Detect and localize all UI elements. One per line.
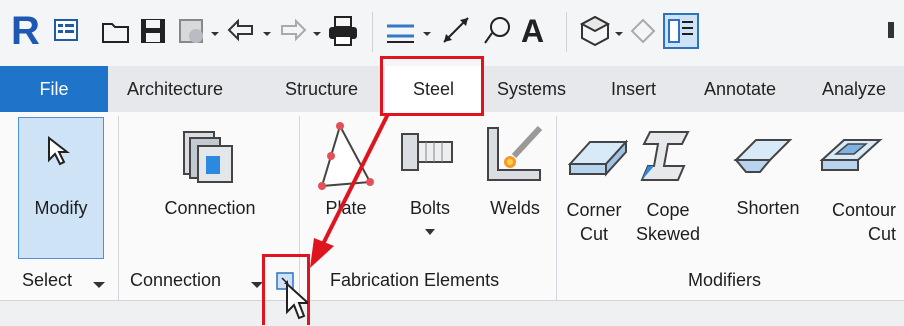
cope-skewed-button-label[interactable]: Cope Skewed [632,198,704,246]
mouse-cursor-icon [286,282,308,320]
section-icon[interactable] [628,16,658,51]
svg-text:R: R [11,9,40,52]
revit-logo: R [10,8,44,57]
shorten-icon [732,134,794,185]
dropdown-arrow-icon[interactable] [422,26,432,44]
modify-button-label: Modify [34,198,88,218]
welds-icon [484,120,548,189]
tag-icon[interactable] [482,14,514,51]
dropdown-arrow-icon[interactable] [210,26,220,44]
highlight-steel-tab [380,56,484,116]
3d-view-icon[interactable] [578,14,612,53]
save-icon[interactable] [138,16,168,51]
panel-title-select[interactable]: Select [22,270,72,291]
tile-windows-icon[interactable] [662,12,700,55]
panel-separator [556,116,557,300]
print-icon[interactable] [326,14,360,53]
dropdown-arrow-icon[interactable] [312,26,322,44]
welds-button-label[interactable]: Welds [484,198,546,219]
cursor-icon [46,135,70,171]
bolts-button-label[interactable]: Bolts [402,198,458,219]
measure-icon[interactable] [384,18,418,51]
tab-file[interactable]: File [0,66,108,112]
chevron-down-icon[interactable] [424,224,436,242]
dropdown-arrow-icon[interactable] [262,26,272,44]
contour-cut-button-label[interactable]: Contour Cut [812,198,896,246]
dropdown-arrow-icon[interactable] [614,26,624,44]
panel-title-modifiers: Modifiers [688,270,762,290]
corner-cut-icon [566,136,630,185]
tab-structure[interactable]: Structure [285,66,358,112]
tab-annotate[interactable]: Annotate [704,66,776,112]
tab-insert[interactable]: Insert [611,66,656,112]
status-bar [0,300,904,326]
tab-systems[interactable]: Systems [497,66,566,112]
panel-title-fabrication-elements: Fabrication Elements [330,270,500,290]
pointer-arrow-icon [310,113,390,268]
toolbar-separator [372,12,373,52]
bolts-icon [400,130,464,179]
redo-icon[interactable] [276,16,308,51]
open-icon[interactable] [100,18,132,51]
connection-button-label[interactable]: Connection [146,198,274,219]
undo-icon[interactable] [226,16,258,51]
contour-cut-icon [818,134,884,185]
chevron-down-icon[interactable] [92,278,106,296]
toolbar-separator [566,12,567,52]
app-menu-icon[interactable] [52,16,82,51]
tab-architecture[interactable]: Architecture [127,66,223,112]
corner-cut-button-label[interactable]: Corner Cut [566,198,622,246]
cope-skewed-icon [640,122,696,193]
tab-analyze[interactable]: Analyze [822,66,886,112]
sync-icon[interactable] [176,16,208,51]
svg-text:A: A [521,13,544,48]
panel-separator [118,116,119,300]
connection-icon [176,126,240,193]
text-icon[interactable]: A [518,12,552,53]
shorten-button-label[interactable]: Shorten [726,198,810,219]
overflow-icon[interactable] [888,22,894,38]
panel-title-connection[interactable]: Connection [130,270,221,291]
dimension-icon[interactable] [440,14,472,51]
